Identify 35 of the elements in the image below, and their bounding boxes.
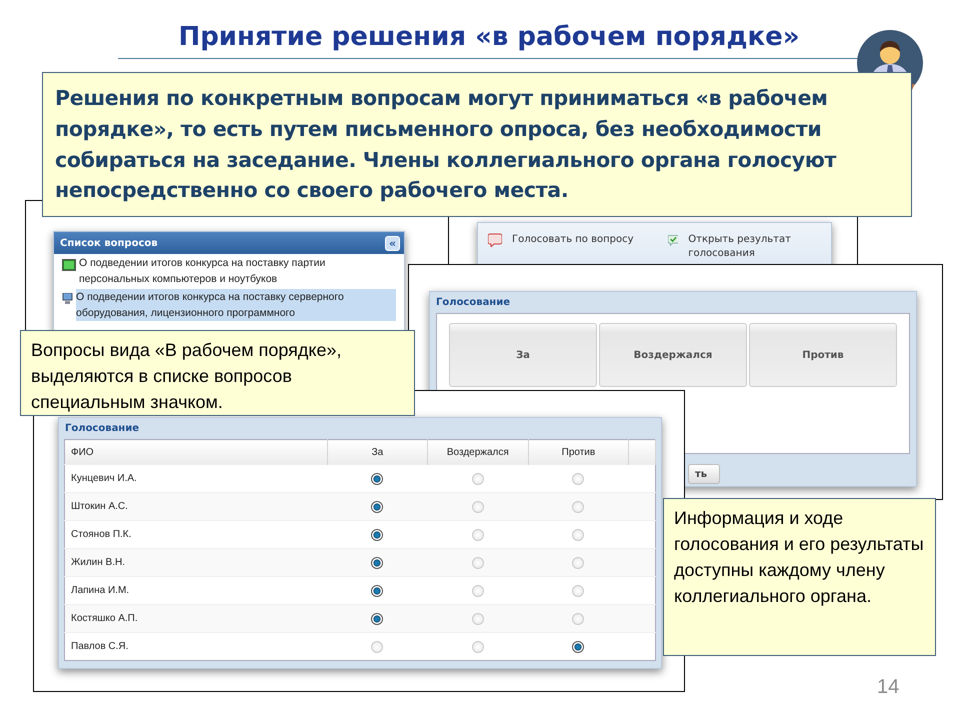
callout-text: Информация и ходе голосования и его результаты доступны каждому члену коллегиального органа. xyxy=(674,507,925,608)
radio-button[interactable] xyxy=(371,528,384,540)
radio-button[interactable] xyxy=(572,640,584,652)
intro-text: Решения по конкретным вопросам могут приниматься «в рабочем порядке», то есть путем письменного опроса, без необходимости собираться на заседание. Члены коллегиального органа голосуют непосредственно со своего рабочего места. xyxy=(55,85,838,204)
computer-icon xyxy=(62,293,73,305)
panel-button[interactable]: ть xyxy=(688,464,720,484)
monitor-icon xyxy=(62,259,76,271)
column-header: За xyxy=(327,440,428,464)
panel-title: Голосование xyxy=(435,296,512,310)
toolbar-button[interactable]: Открыть результат голосования xyxy=(658,233,831,261)
toolbar-button[interactable]: Голосовать по вопросу xyxy=(478,233,652,247)
radio-button[interactable] xyxy=(371,500,384,512)
radio-button[interactable] xyxy=(371,584,384,596)
speech-bubble-icon xyxy=(488,233,502,247)
panel-title: Список вопросов xyxy=(60,238,158,248)
check-bubble-icon xyxy=(668,233,678,247)
radio-button[interactable] xyxy=(371,612,384,624)
page-number: 14 xyxy=(877,676,900,699)
column-header: ФИО xyxy=(64,440,328,464)
name-cell: Павлов С.Я. xyxy=(64,632,328,660)
collapse-button[interactable]: « xyxy=(385,236,400,250)
vote-button[interactable]: Против xyxy=(749,323,897,387)
toolbar-button-label: Голосовать по вопросу xyxy=(512,233,634,247)
callout-text: Вопросы вида «В рабочем порядке», выделяются в списке вопросов специальным значком. xyxy=(31,339,342,414)
toolbar-button-label: Открыть результат голосования xyxy=(688,233,792,261)
question-item[interactable]: О подведении итогов конкурса на поставку партии персональных компьютеров и ноутбуков xyxy=(79,255,396,287)
radio-button[interactable] xyxy=(371,556,384,568)
vote-button[interactable]: За xyxy=(449,323,597,387)
vote-button[interactable]: Воздержался xyxy=(599,323,747,387)
radio-button[interactable] xyxy=(371,472,384,484)
column-header: Воздержался xyxy=(427,440,528,464)
column-header: Против xyxy=(528,440,629,464)
question-item[interactable]: О подведении итогов конкурса на поставку серверного оборудования, лицензионного программного xyxy=(76,289,396,321)
panel-title: Голосование xyxy=(64,422,140,436)
slide-title: Принятие решения «в рабочем порядке» xyxy=(178,22,800,52)
